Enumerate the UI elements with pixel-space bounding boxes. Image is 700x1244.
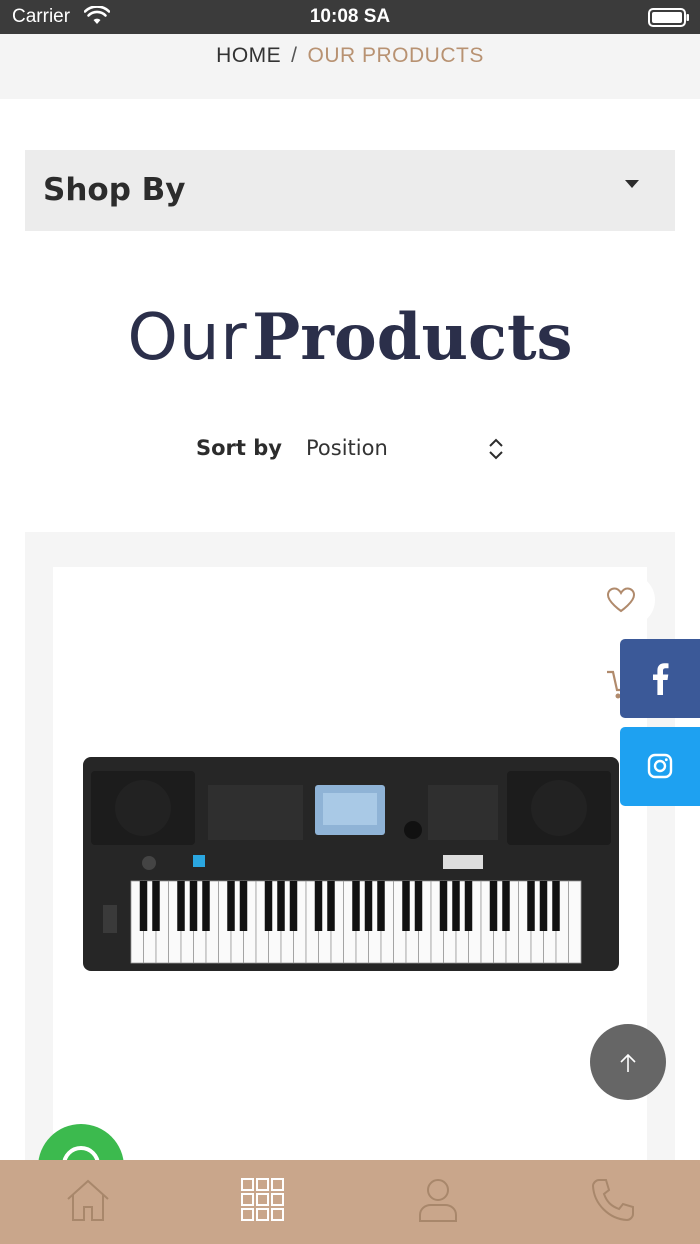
shop-by-toggle[interactable]: Shop By: [25, 150, 675, 231]
page-title: Our Products: [0, 300, 700, 375]
user-icon: [416, 1177, 460, 1228]
page: Carrier 10:08 SA HOME / OUR PRODUCTS Shop …: [0, 0, 700, 1244]
nav-account[interactable]: [350, 1160, 525, 1244]
clock: 10:08 SA: [309, 6, 391, 27]
sort-arrows-icon[interactable]: [486, 432, 506, 471]
facebook-button[interactable]: [620, 639, 700, 718]
breadcrumb-separator: /: [291, 44, 298, 67]
caret-down-icon: [625, 180, 639, 188]
breadcrumb-current: OUR PRODUCTS: [307, 44, 484, 67]
sort-label: Sort by: [196, 436, 282, 460]
product-image[interactable]: [83, 755, 619, 980]
status-bar: Carrier 10:08 SA: [0, 0, 700, 34]
phone-icon: [590, 1177, 636, 1228]
facebook-icon: [651, 661, 669, 700]
page-title-bold: Products: [252, 300, 573, 375]
instagram-button[interactable]: [620, 727, 700, 806]
shop-by-label: Shop By: [43, 172, 186, 208]
sort-bar: Sort by Position: [196, 432, 506, 466]
instagram-icon: [647, 753, 673, 784]
wishlist-button[interactable]: [585, 574, 655, 626]
nav-contact[interactable]: [525, 1160, 700, 1244]
sort-select[interactable]: Position: [306, 436, 496, 464]
breadcrumb-bar: HOME / OUR PRODUCTS: [0, 34, 700, 99]
nav-categories[interactable]: [175, 1160, 350, 1244]
home-icon: [64, 1177, 112, 1228]
back-to-top-button[interactable]: [590, 1024, 666, 1100]
breadcrumb: HOME / OUR PRODUCTS: [0, 44, 700, 68]
nav-home[interactable]: [0, 1160, 175, 1244]
battery-icon: [648, 8, 690, 33]
grid-icon: [240, 1177, 286, 1228]
breadcrumb-home-link[interactable]: HOME: [216, 44, 281, 67]
bottom-nav: [0, 1160, 700, 1244]
page-title-light: Our: [127, 301, 248, 375]
